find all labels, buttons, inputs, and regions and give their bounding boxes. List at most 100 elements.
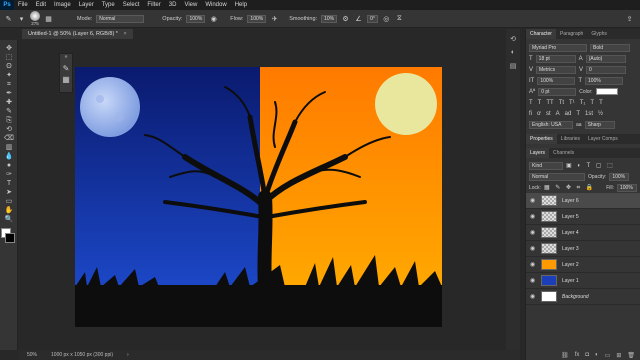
pressure-size-icon[interactable]: ◎	[382, 14, 391, 23]
faux-bold-button[interactable]: T	[529, 100, 533, 106]
history-icon[interactable]: ⟲	[506, 35, 520, 43]
fractions-button[interactable]: 1st	[585, 111, 593, 117]
pressure-opacity-icon[interactable]: ◉	[209, 14, 218, 23]
superscript-button[interactable]: T¹	[569, 100, 575, 106]
tab-channels[interactable]: Channels	[549, 148, 578, 158]
discretionary-ligatures-button[interactable]: ơ	[537, 111, 541, 117]
layer-opacity-field[interactable]: 100%	[609, 172, 630, 181]
layer-filter-select[interactable]: Kind	[529, 161, 563, 170]
eye-icon[interactable]: ◉	[530, 245, 536, 252]
strikethrough-button[interactable]: T	[599, 100, 603, 106]
swatches-icon[interactable]: ▤	[506, 62, 520, 70]
underline-button[interactable]: T	[590, 100, 594, 106]
expand-icon[interactable]: »	[60, 54, 72, 60]
font-style-select[interactable]: Bold	[590, 43, 630, 52]
layer-filter-icons[interactable]: ▣ ◐ T ▢ ⬚	[566, 162, 615, 169]
brush-tool-icon[interactable]: ✎	[60, 64, 72, 73]
layer-row[interactable]: ◉ Layer 1	[526, 273, 640, 289]
tab-paragraph[interactable]: Paragraph	[556, 29, 587, 39]
menu-item-filter[interactable]: Filter	[143, 2, 164, 8]
eye-icon[interactable]: ◉	[530, 293, 536, 300]
kerning-field[interactable]: Metrics	[536, 65, 577, 74]
blend-mode-select[interactable]: Normal	[529, 172, 585, 181]
opacity-field[interactable]: 100%	[186, 14, 206, 23]
eye-icon[interactable]: ◉	[530, 277, 536, 284]
smoothing-field[interactable]: 10%	[321, 14, 338, 23]
ligatures-button[interactable]: fi	[529, 111, 532, 117]
angle-field[interactable]: 0°	[367, 14, 378, 23]
tab-character[interactable]: Character	[526, 29, 556, 39]
mode-select[interactable]: Normal	[96, 14, 145, 23]
tab-glyphs[interactable]: Glyphs	[587, 29, 611, 39]
layer-row[interactable]: ◉ Layer 6	[526, 193, 640, 209]
vertical-scale-field[interactable]: 100%	[537, 76, 576, 85]
baseline-field[interactable]: 0 pt	[538, 87, 577, 96]
menu-item-window[interactable]: Window	[201, 2, 230, 8]
menu-item-view[interactable]: View	[180, 2, 201, 8]
font-size-field[interactable]: 18 pt	[535, 54, 576, 63]
tab-layers[interactable]: Layers	[526, 148, 550, 158]
angle-icon[interactable]: ∠	[354, 14, 363, 23]
eye-icon[interactable]: ◉	[530, 261, 536, 268]
menu-item-select[interactable]: Select	[119, 2, 144, 8]
menu-item-help[interactable]: Help	[231, 2, 251, 8]
layer-row[interactable]: ◉ Background	[526, 289, 640, 305]
layer-row[interactable]: ◉ Layer 2	[526, 257, 640, 273]
mask-icon[interactable]: ◘	[585, 352, 589, 358]
tab-layer-comps[interactable]: Layer Comps	[584, 134, 622, 144]
menu-item-type[interactable]: Type	[98, 2, 119, 8]
fill-field[interactable]: 100%	[617, 183, 637, 192]
eye-icon[interactable]: ◉	[530, 197, 536, 204]
zoom-tool-icon[interactable]: 🔍	[3, 215, 15, 225]
ordinals-button[interactable]: T	[576, 111, 580, 117]
menu-item-edit[interactable]: Edit	[32, 2, 50, 8]
adjustments-icon[interactable]: ◐	[506, 49, 520, 56]
brush-preset-picker[interactable]: 275	[30, 11, 40, 26]
menu-item-image[interactable]: Image	[50, 2, 75, 8]
eye-icon[interactable]: ◉	[530, 213, 536, 220]
fx-icon[interactable]: fx	[575, 352, 580, 358]
adjustment-layer-icon[interactable]: ◐	[595, 352, 599, 358]
gear-icon[interactable]: ⚙	[341, 14, 350, 23]
layer-row[interactable]: ◉ Layer 5	[526, 209, 640, 225]
zoom-level[interactable]: 50%	[27, 352, 37, 358]
chevron-right-icon[interactable]: ›	[127, 352, 129, 358]
flow-field[interactable]: 100%	[247, 14, 267, 23]
menu-item-3d[interactable]: 3D	[165, 2, 181, 8]
lock-icons[interactable]: ▦ ✎ ✥ ⌗ 🔒	[544, 184, 595, 192]
text-color-swatch[interactable]	[595, 88, 618, 95]
faux-italic-button[interactable]: T	[538, 100, 542, 106]
trash-icon[interactable]: 🗑	[627, 352, 635, 359]
menu-item-file[interactable]: File	[14, 2, 32, 8]
link-layers-icon[interactable]: ⛓	[561, 352, 569, 359]
font-family-select[interactable]: Myriad Pro	[529, 43, 587, 52]
layer-row[interactable]: ◉ Layer 4	[526, 225, 640, 241]
menu-item-layer[interactable]: Layer	[75, 2, 98, 8]
titling-alternates-button[interactable]: ad	[565, 111, 572, 117]
small-caps-button[interactable]: Tt	[559, 100, 564, 106]
horizontal-scale-field[interactable]: 100%	[585, 76, 624, 85]
share-icon[interactable]: ⇪	[625, 14, 634, 23]
all-caps-button[interactable]: TT	[546, 100, 553, 106]
tracking-field[interactable]: 0	[586, 65, 627, 74]
layer-row[interactable]: ◉ Layer 3	[526, 241, 640, 257]
eye-icon[interactable]: ◉	[530, 229, 536, 236]
language-select[interactable]: English: USA	[529, 120, 573, 129]
fraction-half-button[interactable]: ½	[598, 111, 603, 117]
brush-settings-icon[interactable]: ▦	[60, 75, 72, 84]
background-color-swatch[interactable]	[5, 233, 15, 243]
stylistic-alternates-button[interactable]: A	[556, 111, 560, 117]
new-layer-icon[interactable]: ⊞	[616, 352, 621, 359]
antialias-select[interactable]: Sharp	[584, 120, 615, 129]
subscript-button[interactable]: T₁	[580, 100, 586, 106]
airbrush-icon[interactable]: ✈	[270, 14, 279, 23]
swash-button[interactable]: st	[546, 111, 551, 117]
document-canvas[interactable]	[75, 67, 442, 327]
close-icon[interactable]: ×	[123, 31, 126, 37]
leading-field[interactable]: (Auto)	[585, 54, 626, 63]
tab-libraries[interactable]: Libraries	[557, 134, 584, 144]
document-tab[interactable]: Untitled-1 @ 50% (Layer 6, RGB/8) * ×	[22, 29, 133, 39]
group-icon[interactable]: ▭	[605, 352, 611, 359]
chevron-down-icon[interactable]: ▾	[17, 14, 26, 23]
brush-settings-icon[interactable]: ▦	[44, 14, 53, 23]
